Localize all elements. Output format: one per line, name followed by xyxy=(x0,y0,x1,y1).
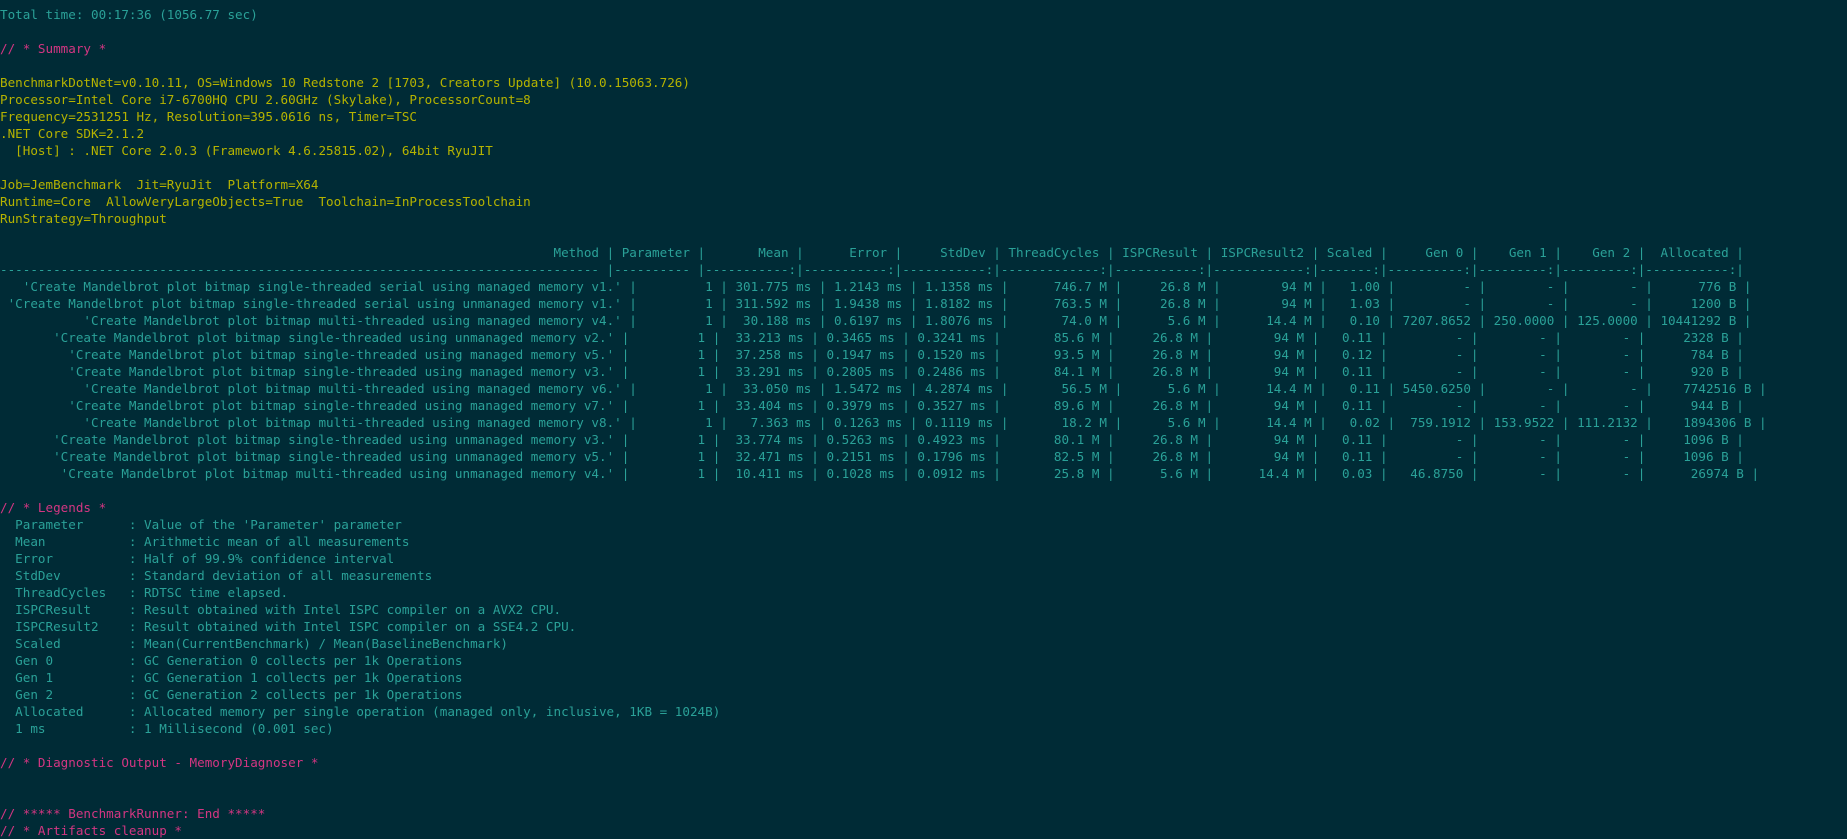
table-row: 'Create Mandelbrot plot bitmap single-th… xyxy=(0,364,1744,379)
legend-item: ISPCResult2 : Result obtained with Intel … xyxy=(0,618,1847,635)
legend-desc: : Arithmetic mean of all measurements xyxy=(128,534,410,549)
legend-key: Allocated xyxy=(15,704,84,719)
legends-list: Parameter : Value of the 'Parameter' para… xyxy=(0,516,1847,737)
env-line: Processor=Intel Core i7-6700HQ CPU 2.60G… xyxy=(0,92,531,107)
legend-key: ISPCResult2 xyxy=(15,619,99,634)
table-row: 'Create Mandelbrot plot bitmap single-th… xyxy=(0,279,1752,294)
legend-key: ThreadCycles xyxy=(15,585,107,600)
legend-desc: : Result obtained with Intel ISPC compil… xyxy=(128,602,562,617)
table-row: 'Create Mandelbrot plot bitmap single-th… xyxy=(0,296,1752,311)
legend-item: Gen 1 : GC Generation 1 collects per 1k O… xyxy=(0,669,1847,686)
env-line: Frequency=2531251 Hz, Resolution=395.061… xyxy=(0,109,418,124)
legend-desc: : Allocated memory per single operation … xyxy=(128,704,721,719)
legend-key: StdDev xyxy=(15,568,61,583)
legend-key: 1 ms xyxy=(15,721,46,736)
legend-desc: : GC Generation 2 collects per 1k Operat… xyxy=(128,687,463,702)
legend-key: Parameter xyxy=(15,517,84,532)
legend-item: Gen 2 : GC Generation 2 collects per 1k O… xyxy=(0,686,1847,703)
legend-desc: : Result obtained with Intel ISPC compil… xyxy=(128,619,577,634)
job-line: RunStrategy=Throughput xyxy=(0,211,167,226)
legend-item: Gen 0 : GC Generation 0 collects per 1k O… xyxy=(0,652,1847,669)
legend-item: ISPCResult : Result obtained with Intel I… xyxy=(0,601,1847,618)
legend-key: Gen 2 xyxy=(15,687,54,702)
legend-item: StdDev : Standard deviation of all measur… xyxy=(0,567,1847,584)
legend-key: Error xyxy=(15,551,54,566)
table-row: 'Create Mandelbrot plot bitmap multi-thr… xyxy=(0,415,1767,430)
legend-key: ISPCResult xyxy=(15,602,91,617)
env-line: .NET Core SDK=2.1.2 xyxy=(0,126,145,141)
table-row: 'Create Mandelbrot plot bitmap multi-thr… xyxy=(0,466,1760,481)
table-divider: ----------------------------------------… xyxy=(0,262,1744,277)
table-row: 'Create Mandelbrot plot bitmap multi-thr… xyxy=(0,381,1767,396)
table-row: 'Create Mandelbrot plot bitmap single-th… xyxy=(0,449,1744,464)
legend-item: ThreadCycles : RDTSC time elapsed. xyxy=(0,584,1847,601)
diagnostic-header: // * Diagnostic Output - MemoryDiagnoser… xyxy=(0,755,319,770)
legend-item: 1 ms : 1 Millisecond (0.001 sec) xyxy=(0,720,1847,737)
env-line: [Host] : .NET Core 2.0.3 (Framework 4.6.… xyxy=(0,143,493,158)
legend-item: Parameter : Value of the 'Parameter' para… xyxy=(0,516,1847,533)
legend-desc: : GC Generation 1 collects per 1k Operat… xyxy=(128,670,463,685)
legend-key: Scaled xyxy=(15,636,61,651)
table-row: 'Create Mandelbrot plot bitmap multi-thr… xyxy=(0,313,1752,328)
legend-key: Gen 1 xyxy=(15,670,54,685)
legend-desc: : Mean(CurrentBenchmark) / Mean(Baseline… xyxy=(128,636,508,651)
legend-item: Allocated : Allocated memory per single o… xyxy=(0,703,1847,720)
table-row: 'Create Mandelbrot plot bitmap single-th… xyxy=(0,432,1744,447)
terminal-window[interactable]: Total time: 00:17:36 (1056.77 sec) // * … xyxy=(0,0,1847,839)
legend-desc: : 1 Millisecond (0.001 sec) xyxy=(128,721,334,736)
legend-item: Error : Half of 99.9% confidence interval xyxy=(0,550,1847,567)
env-line: BenchmarkDotNet=v0.10.11, OS=Windows 10 … xyxy=(0,75,690,90)
legend-desc: : Standard deviation of all measurements xyxy=(128,568,433,583)
legend-desc: : RDTSC time elapsed. xyxy=(128,585,289,600)
legend-key: Gen 0 xyxy=(15,653,54,668)
runner-end-line: // ***** BenchmarkRunner: End ***** xyxy=(0,806,266,821)
legend-desc: : Half of 99.9% confidence interval xyxy=(128,551,395,566)
job-line: Job=JemBenchmark Jit=RyuJit Platform=X64 xyxy=(0,177,319,192)
legend-desc: : GC Generation 0 collects per 1k Operat… xyxy=(128,653,463,668)
results-table: Method | Parameter | Mean | Error | StdD… xyxy=(0,244,1847,482)
job-line: Runtime=Core AllowVeryLargeObjects=True … xyxy=(0,194,531,209)
legend-item: Scaled : Mean(CurrentBenchmark) / Mean(Ba… xyxy=(0,635,1847,652)
legends-header: // * Legends * xyxy=(0,500,107,515)
total-time-line: Total time: 00:17:36 (1056.77 sec) xyxy=(0,7,258,22)
table-row: 'Create Mandelbrot plot bitmap single-th… xyxy=(0,347,1744,362)
table-row: 'Create Mandelbrot plot bitmap single-th… xyxy=(0,330,1744,345)
summary-header: // * Summary * xyxy=(0,41,107,56)
table-row: 'Create Mandelbrot plot bitmap single-th… xyxy=(0,398,1744,413)
legend-key: Mean xyxy=(15,534,46,549)
table-header: Method | Parameter | Mean | Error | StdD… xyxy=(0,245,1744,260)
legend-desc: : Value of the 'Parameter' parameter xyxy=(128,517,402,532)
artifacts-cleanup-line: // * Artifacts cleanup * xyxy=(0,823,182,838)
legend-item: Mean : Arithmetic mean of all measurement… xyxy=(0,533,1847,550)
